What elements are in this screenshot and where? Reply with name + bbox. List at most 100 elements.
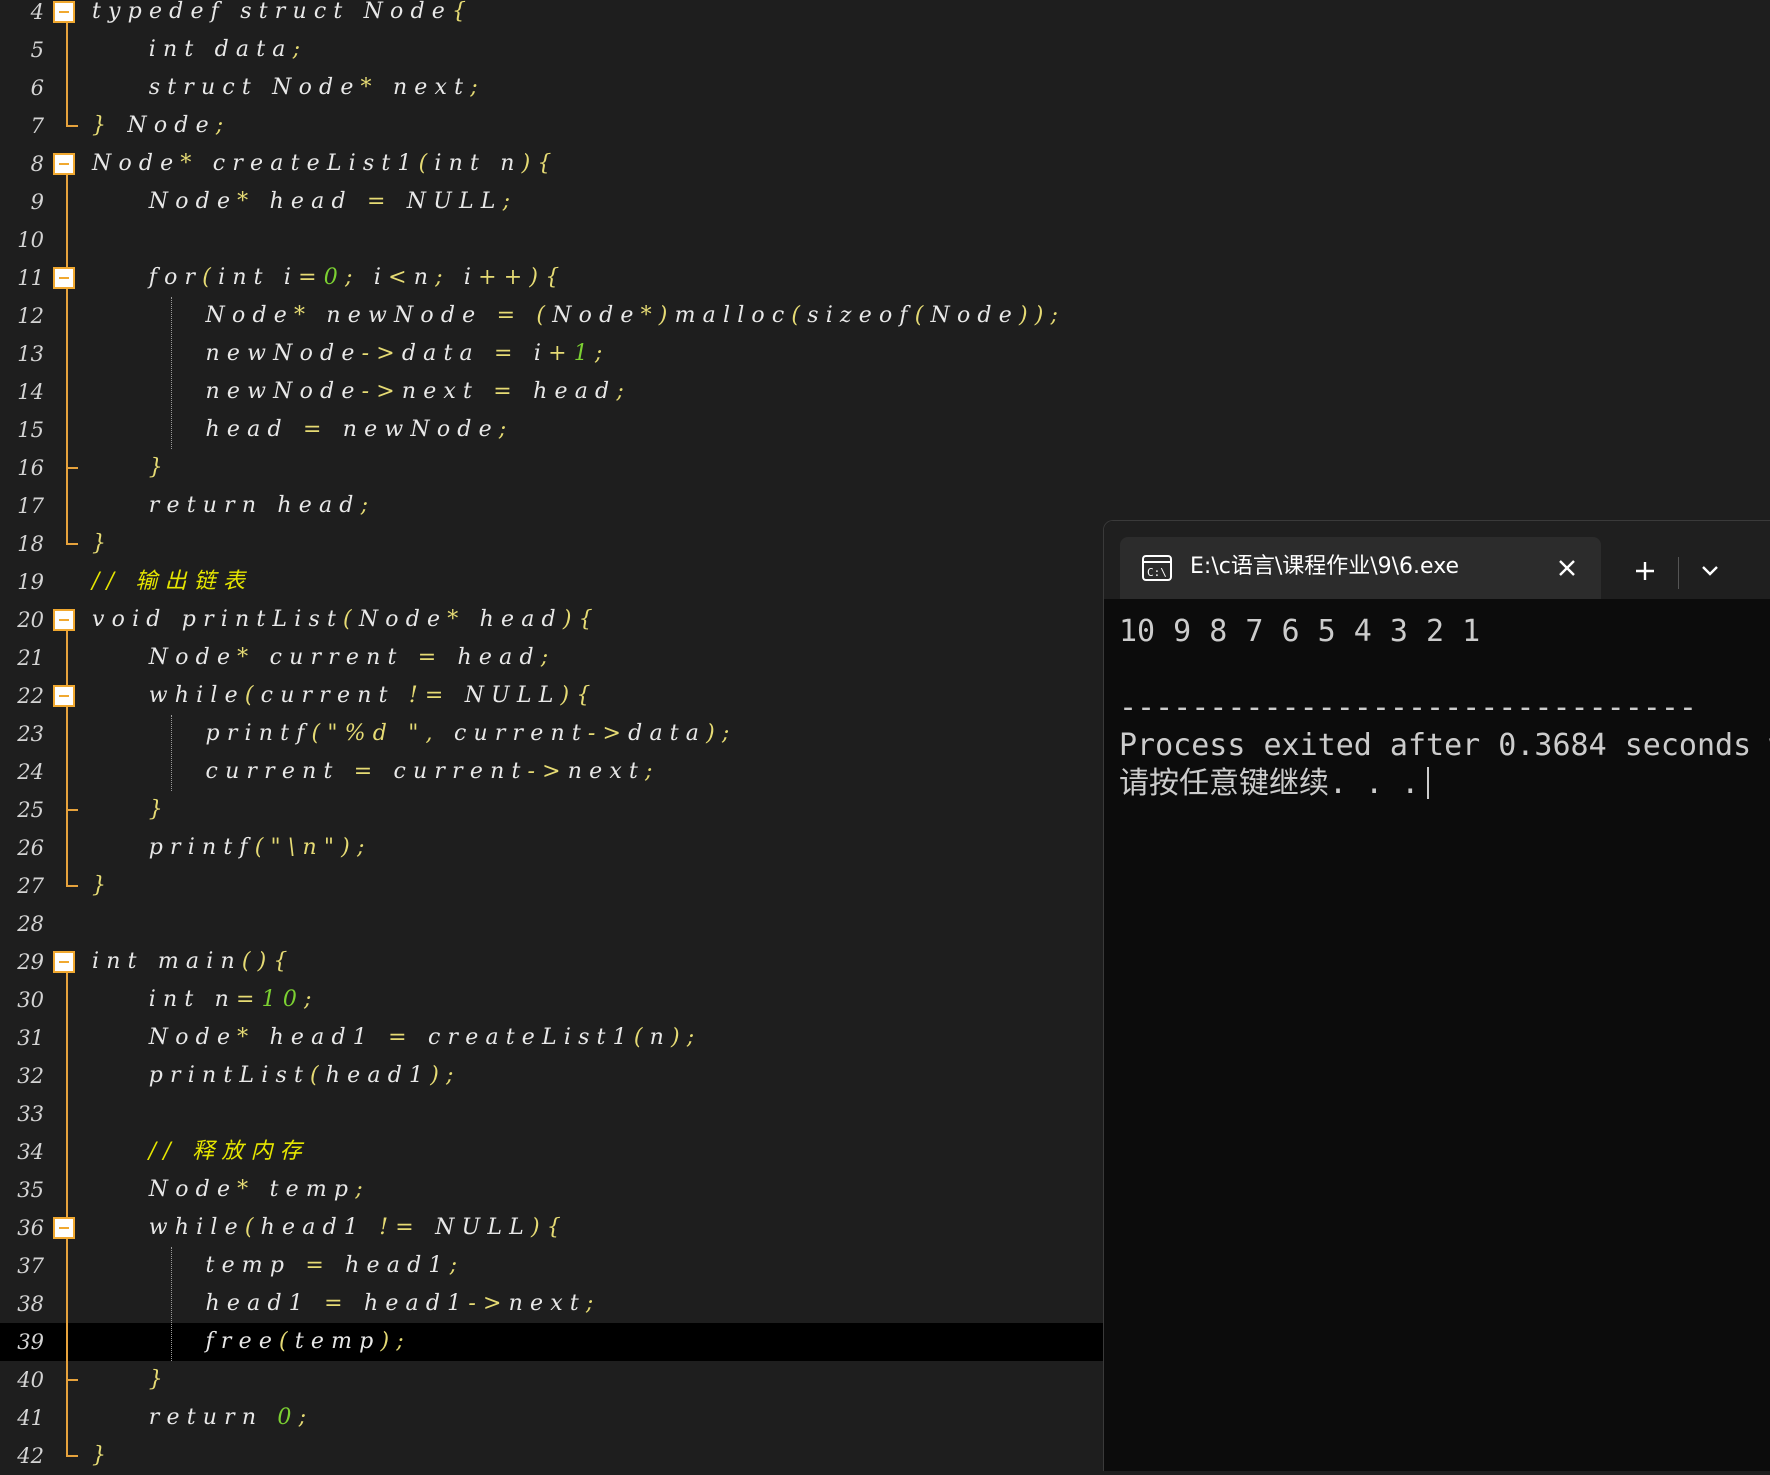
code-line[interactable]: 22 while(current != NULL){ bbox=[0, 677, 1104, 715]
code-line[interactable]: 6 struct Node* next; bbox=[0, 69, 1104, 107]
code-line[interactable]: 30 int n=10; bbox=[0, 981, 1104, 1019]
code-line[interactable]: 31 Node* head1 = createList1(n); bbox=[0, 1019, 1104, 1057]
code-token: 10 bbox=[261, 987, 305, 1012]
code-line[interactable]: 13 newNode->data = i+1; bbox=[0, 335, 1104, 373]
code-line[interactable]: 18} bbox=[0, 525, 1104, 563]
tab-dropdown-button[interactable] bbox=[1687, 551, 1733, 591]
code-token: current bbox=[260, 683, 409, 708]
code-line[interactable]: 8 Node* createList1(int n){ bbox=[0, 145, 1104, 183]
code-line[interactable]: 35 Node* temp; bbox=[0, 1171, 1104, 1209]
code-line[interactable]: 33 bbox=[0, 1095, 1104, 1133]
code-token: < bbox=[388, 265, 414, 290]
code-token: temp bbox=[294, 1329, 381, 1354]
code-token: -> bbox=[468, 1291, 509, 1316]
line-number: 38 bbox=[17, 1292, 44, 1316]
code-token: -> bbox=[361, 379, 402, 404]
code-line-current[interactable]: 39 free(temp); bbox=[0, 1323, 1104, 1361]
terminal-window[interactable]: C:\ E:\c语言\课程作业\9\6.exe 10 9 8 7 6 5 4 3… bbox=[1103, 520, 1770, 1471]
code-line[interactable]: 11 for(int i=0; i<n; i++){ bbox=[0, 259, 1104, 297]
new-tab-button[interactable] bbox=[1622, 551, 1668, 591]
code-line[interactable]: 26 printf("\n"); bbox=[0, 829, 1104, 867]
code-line[interactable]: 38 head1 = head1->next; bbox=[0, 1285, 1104, 1323]
line-number: 12 bbox=[17, 304, 44, 328]
code-token: head1 bbox=[325, 1063, 431, 1088]
code-token: ; bbox=[616, 379, 631, 404]
line-number: 25 bbox=[17, 798, 44, 822]
fold-end-marker bbox=[66, 125, 78, 127]
code-line[interactable]: 19 // 输出链表 bbox=[0, 563, 1104, 601]
code-token: * bbox=[360, 75, 379, 100]
code-token: printf bbox=[92, 721, 312, 746]
code-token: ; bbox=[540, 645, 556, 670]
code-token: ); bbox=[380, 1329, 411, 1354]
code-line[interactable]: 14 newNode->next = head; bbox=[0, 373, 1104, 411]
code-token: * bbox=[237, 189, 256, 214]
text-cursor bbox=[1427, 767, 1430, 799]
code-token: != bbox=[379, 1215, 421, 1240]
line-number: 24 bbox=[17, 760, 44, 784]
code-line[interactable]: 40 } bbox=[0, 1361, 1104, 1399]
code-line[interactable]: 37 temp = head1; bbox=[0, 1247, 1104, 1285]
code-text: int data; bbox=[92, 31, 307, 69]
code-line[interactable]: 5 int data; bbox=[0, 31, 1104, 69]
code-line[interactable]: 10 bbox=[0, 221, 1104, 259]
code-token: = bbox=[388, 1025, 414, 1050]
code-line[interactable]: 12 Node* newNode = (Node*)malloc(sizeof(… bbox=[0, 297, 1104, 335]
terminal-line-text: Process exited after 0.3684 seconds with… bbox=[1119, 728, 1770, 763]
code-token: ; bbox=[292, 37, 308, 62]
code-text: head1 = head1->next; bbox=[92, 1285, 601, 1323]
code-line[interactable]: 4 typedef struct Node{ bbox=[0, 0, 1104, 31]
fold-collapse-icon[interactable] bbox=[53, 609, 75, 631]
code-token: ; bbox=[215, 113, 231, 138]
code-line[interactable]: 9 Node* head = NULL; bbox=[0, 183, 1104, 221]
code-line[interactable]: 34 // 释放内存 bbox=[0, 1133, 1104, 1171]
code-line[interactable]: 17 return head; bbox=[0, 487, 1104, 525]
code-line[interactable]: 41 return 0; bbox=[0, 1399, 1104, 1437]
code-line[interactable]: 24 current = current->next; bbox=[0, 753, 1104, 791]
code-token: } bbox=[92, 531, 114, 556]
fold-collapse-icon[interactable] bbox=[53, 1217, 75, 1239]
terminal-tab[interactable]: C:\ E:\c语言\课程作业\9\6.exe bbox=[1120, 537, 1601, 599]
code-token: next bbox=[508, 1291, 586, 1316]
code-line[interactable]: 23 printf("%d ", current->data); bbox=[0, 715, 1104, 753]
code-token: struct Node bbox=[92, 75, 361, 100]
code-line[interactable]: 7} Node; bbox=[0, 107, 1104, 145]
code-line[interactable]: 21 Node* current = head; bbox=[0, 639, 1104, 677]
code-line[interactable]: 36 while(head1 != NULL){ bbox=[0, 1209, 1104, 1247]
fold-collapse-icon[interactable] bbox=[53, 1, 75, 23]
code-line[interactable]: 16 } bbox=[0, 449, 1104, 487]
code-line[interactable]: 32 printList(head1); bbox=[0, 1057, 1104, 1095]
code-token: Node bbox=[92, 1025, 238, 1050]
code-token: ( bbox=[244, 683, 261, 708]
code-token: )); bbox=[1018, 303, 1066, 328]
code-line[interactable]: 20 void printList(Node* head){ bbox=[0, 601, 1104, 639]
code-token: head1 bbox=[330, 1253, 450, 1278]
code-line[interactable]: 29 int main(){ bbox=[0, 943, 1104, 981]
fold-range-line bbox=[66, 962, 68, 1456]
terminal-output[interactable]: 10 9 8 7 6 5 4 3 2 1 --------------------… bbox=[1119, 613, 1770, 1471]
fold-end-marker bbox=[66, 467, 78, 469]
code-text: Node* head1 = createList1(n); bbox=[92, 1019, 701, 1057]
fold-collapse-icon[interactable] bbox=[53, 685, 75, 707]
line-number: 28 bbox=[17, 912, 44, 936]
code-token: ; bbox=[470, 75, 485, 100]
code-line[interactable]: 25 } bbox=[0, 791, 1104, 829]
code-token: = bbox=[298, 265, 324, 290]
code-line[interactable]: 27} bbox=[0, 867, 1104, 905]
line-number: 19 bbox=[17, 570, 44, 594]
fold-collapse-icon[interactable] bbox=[53, 153, 75, 175]
code-token: = bbox=[353, 759, 380, 784]
close-tab-button[interactable] bbox=[1550, 551, 1584, 585]
fold-collapse-icon[interactable] bbox=[53, 951, 75, 973]
code-text: } Node; bbox=[92, 107, 230, 145]
code-token: * bbox=[237, 1177, 256, 1202]
code-line[interactable]: 42} bbox=[0, 1437, 1104, 1475]
code-text: } bbox=[92, 449, 170, 487]
code-token: void printList bbox=[92, 607, 344, 632]
code-line[interactable]: 28 bbox=[0, 905, 1104, 943]
code-token: return head bbox=[92, 493, 361, 518]
fold-end-marker bbox=[66, 809, 78, 811]
code-line[interactable]: 15 head = newNode; bbox=[0, 411, 1104, 449]
fold-collapse-icon[interactable] bbox=[53, 267, 75, 289]
